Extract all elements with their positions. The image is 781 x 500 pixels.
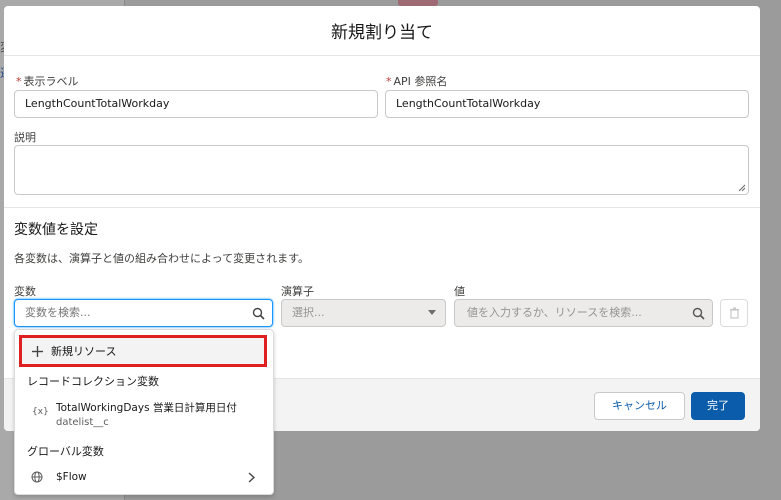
operator-label: 演算子 bbox=[281, 285, 314, 298]
api-name-input[interactable]: LengthCountTotalWorkday bbox=[385, 90, 749, 118]
search-icon bbox=[692, 307, 705, 320]
globe-icon bbox=[31, 471, 43, 483]
new-resource-option[interactable]: 新規リソース bbox=[19, 335, 267, 367]
value-label: 値 bbox=[454, 285, 465, 298]
section-description: 各変数は、演算子と値の組み合わせによって変更されます。 bbox=[14, 252, 310, 265]
required-mark: * bbox=[16, 75, 22, 88]
resource-option-label: TotalWorkingDays 営業日計算用日付 bbox=[56, 402, 237, 414]
new-resource-label: 新規リソース bbox=[51, 345, 117, 358]
label-field-label: * 表示ラベル bbox=[16, 75, 79, 88]
required-mark: * bbox=[386, 75, 392, 88]
cancel-button[interactable]: キャンセル bbox=[594, 392, 685, 420]
resize-grip-icon[interactable] bbox=[738, 184, 746, 192]
search-icon bbox=[252, 307, 265, 320]
value-placeholder: 値を入力するか、リソースを検索... bbox=[467, 306, 642, 319]
trash-icon bbox=[729, 307, 739, 319]
variable-icon: {x} bbox=[32, 407, 49, 417]
section-title: 変数値を設定 bbox=[14, 222, 98, 238]
resource-option-label: $Flow bbox=[56, 471, 87, 483]
variable-placeholder: 変数を検索... bbox=[25, 306, 91, 319]
resource-dropdown: 新規リソース レコードコレクション変数 {x} TotalWorkingDays… bbox=[14, 329, 274, 495]
variable-label: 変数 bbox=[14, 285, 36, 298]
variable-search-input[interactable]: 変数を検索... bbox=[14, 299, 273, 327]
delete-button[interactable] bbox=[720, 299, 748, 327]
done-button[interactable]: 完了 bbox=[691, 392, 745, 420]
section-divider bbox=[4, 207, 760, 208]
chevron-right-icon[interactable] bbox=[248, 472, 255, 483]
add-icon bbox=[32, 345, 43, 357]
group-heading-record-collection: レコードコレクション変数 bbox=[27, 375, 159, 388]
api-name-field-label: * API 参照名 bbox=[386, 75, 448, 88]
label-input[interactable]: LengthCountTotalWorkday bbox=[14, 90, 378, 118]
chevron-down-icon bbox=[428, 310, 436, 315]
resource-option-totalworkingdays[interactable]: {x} TotalWorkingDays 営業日計算用日付 datelist__… bbox=[15, 393, 273, 435]
resource-option-flow[interactable]: $Flow bbox=[15, 466, 273, 490]
operator-select[interactable]: 選択... bbox=[281, 299, 446, 327]
value-search-input[interactable]: 値を入力するか、リソースを検索... bbox=[454, 299, 713, 327]
modal-header: 新規割り当て bbox=[4, 6, 760, 56]
description-label: 説明 bbox=[14, 131, 36, 144]
modal-title: 新規割り当て bbox=[331, 23, 433, 43]
resource-option-api-name: datelist__c bbox=[56, 417, 109, 428]
operator-placeholder: 選択... bbox=[292, 306, 325, 319]
group-heading-global-variables: グローバル変数 bbox=[27, 445, 104, 458]
description-textarea[interactable] bbox=[14, 145, 749, 195]
